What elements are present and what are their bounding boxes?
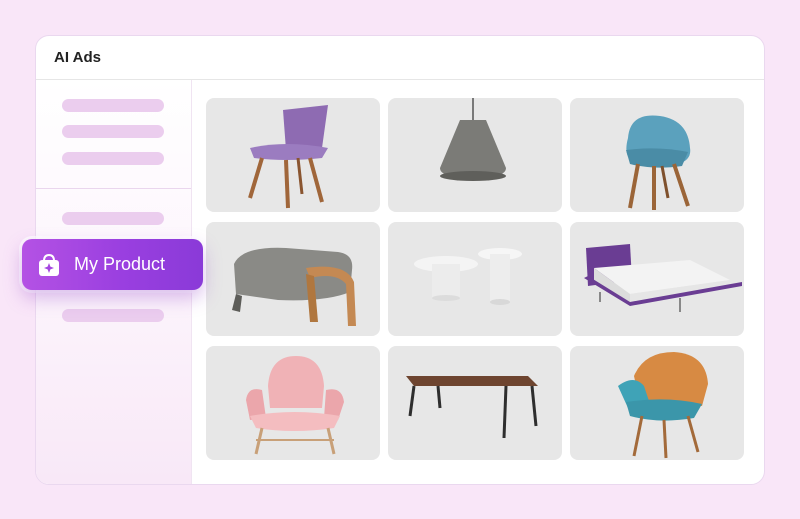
product-tile-dining-table[interactable]: [388, 346, 562, 460]
sidebar-divider: [36, 188, 191, 189]
my-product-label: My Product: [74, 254, 166, 274]
product-tile-bed[interactable]: [570, 222, 744, 336]
sidebar-placeholder-item[interactable]: [62, 125, 164, 138]
sidebar-placeholder-item[interactable]: [62, 309, 164, 322]
sidebar-placeholder-item[interactable]: [62, 99, 164, 112]
product-tile-ottoman[interactable]: [206, 222, 380, 336]
blue-lounge-chair-image: [626, 115, 691, 210]
purple-chair-image: [248, 105, 328, 209]
product-tile-armchair[interactable]: [570, 346, 744, 460]
sidebar-placeholder-item[interactable]: [62, 212, 164, 225]
product-tile-blue-lounge-chair[interactable]: [570, 98, 744, 212]
product-tile-purple-chair[interactable]: [206, 98, 380, 212]
product-tile-pendant-lamp[interactable]: [388, 98, 562, 212]
my-product-button[interactable]: My Product: [22, 239, 203, 290]
product-tile-pink-chair[interactable]: [206, 346, 380, 460]
armchair-image: [618, 352, 708, 459]
dining-table-image: [406, 376, 538, 439]
product-grid: [206, 98, 744, 460]
pendant-lamp-image: [440, 98, 506, 181]
title-bar: AI Ads: [36, 36, 764, 80]
ottoman-image: [232, 247, 356, 326]
shopping-bag-sparkle-icon: [39, 253, 59, 276]
app-title: AI Ads: [54, 49, 101, 66]
sidebar-placeholder-item[interactable]: [62, 152, 164, 165]
bed-image: [584, 244, 742, 312]
pink-chair-image: [246, 356, 344, 455]
product-tile-side-tables[interactable]: [388, 222, 562, 336]
side-tables-image: [414, 248, 522, 305]
